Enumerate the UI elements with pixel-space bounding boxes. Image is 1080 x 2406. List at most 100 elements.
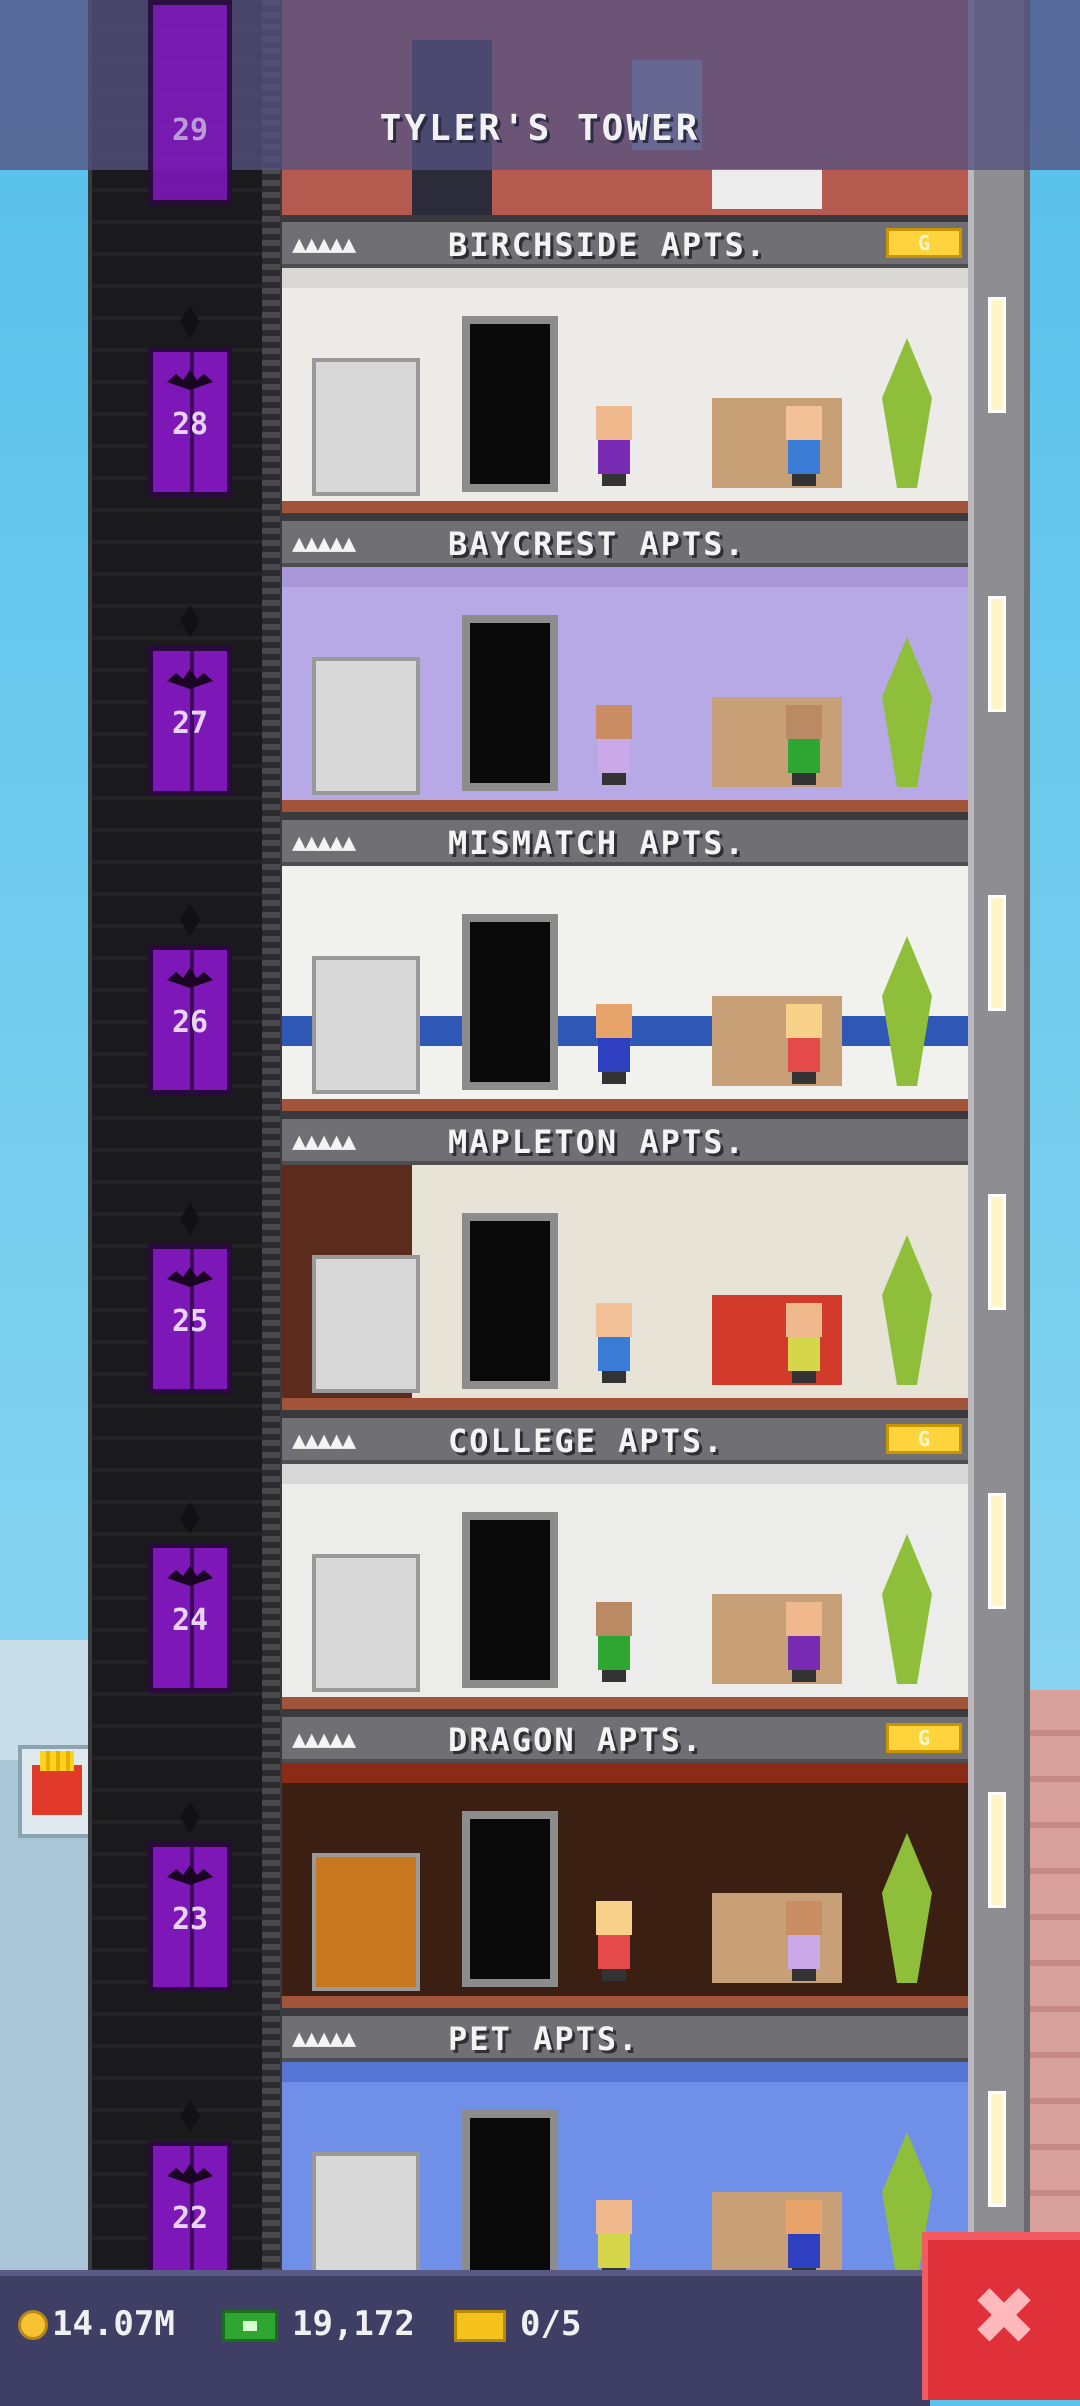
- floor-banner: ▲▲▲▲▲ COLLEGE APTS. G: [282, 1418, 968, 1464]
- resident-character[interactable]: [592, 1602, 636, 1682]
- room-door[interactable]: [462, 1512, 558, 1688]
- elevator-car-25[interactable]: 25: [148, 1244, 232, 1394]
- bux-icon: [222, 2310, 278, 2342]
- window-light: [988, 895, 1006, 1011]
- floor-room[interactable]: [282, 567, 968, 812]
- elevator-car-23[interactable]: 23: [148, 1842, 232, 1992]
- floor-28[interactable]: ▲▲▲▲▲ BIRCHSIDE APTS. G: [282, 222, 968, 521]
- floor-number: 28: [171, 407, 209, 442]
- resident-character[interactable]: [592, 1303, 636, 1383]
- wall-accent: [282, 1464, 968, 1484]
- room-door[interactable]: [462, 1811, 558, 1987]
- tower-header: 29 TYLER'S TOWER: [0, 0, 1080, 205]
- floor-line: [282, 800, 968, 812]
- floor-banner: ▲▲▲▲▲ BAYCREST APTS.: [282, 521, 968, 567]
- floor-26[interactable]: ▲▲▲▲▲ MISMATCH APTS.: [282, 820, 968, 1119]
- resident-character[interactable]: [782, 1303, 826, 1383]
- resident-character[interactable]: [782, 1004, 826, 1084]
- floor-number: 26: [171, 1005, 209, 1040]
- window-light: [988, 596, 1006, 712]
- bat-icon: [167, 1865, 213, 1885]
- floor-room[interactable]: [282, 1464, 968, 1709]
- floor-number: 24: [171, 1603, 209, 1638]
- floor-name: COLLEGE APTS.: [448, 1422, 725, 1460]
- gold-badge[interactable]: G: [886, 1723, 962, 1753]
- elevator-car-26[interactable]: 26: [148, 945, 232, 1095]
- bat-icon: [167, 1267, 213, 1287]
- elevator-rail: [262, 0, 280, 2400]
- floor-line: [282, 1398, 968, 1410]
- floor-banner: ▲▲▲▲▲ PET APTS.: [282, 2016, 968, 2062]
- floor-banner: ▲▲▲▲▲ MISMATCH APTS.: [282, 820, 968, 866]
- floor-number: 27: [171, 706, 209, 741]
- plant: [882, 1235, 932, 1385]
- room-door[interactable]: [462, 316, 558, 492]
- room-door[interactable]: [462, 615, 558, 791]
- window-light: [988, 1493, 1006, 1609]
- gold-badge[interactable]: G: [886, 1424, 962, 1454]
- plant: [882, 936, 932, 1086]
- residents-icon: ▲▲▲▲▲: [292, 529, 356, 557]
- floor-line: [282, 1996, 968, 2008]
- furniture: [312, 956, 420, 1094]
- resident-character[interactable]: [592, 705, 636, 785]
- floor-name: MISMATCH APTS.: [448, 824, 746, 862]
- floor-number: 25: [171, 1304, 209, 1339]
- floor-27[interactable]: ▲▲▲▲▲ BAYCREST APTS.: [282, 521, 968, 820]
- resident-character[interactable]: [782, 1602, 826, 1682]
- resident-character[interactable]: [592, 2200, 636, 2280]
- floor-banner: ▲▲▲▲▲ MAPLETON APTS.: [282, 1119, 968, 1165]
- resident-character[interactable]: [592, 406, 636, 486]
- floor-25[interactable]: ▲▲▲▲▲ MAPLETON APTS.: [282, 1119, 968, 1418]
- page-title: TYLER'S TOWER: [379, 108, 701, 149]
- floor-banner: ▲▲▲▲▲ BIRCHSIDE APTS. G: [282, 222, 968, 268]
- floor-name: BIRCHSIDE APTS.: [448, 226, 767, 264]
- residents-icon: ▲▲▲▲▲: [292, 1725, 356, 1753]
- fries-icon: [32, 1751, 82, 1815]
- room-door[interactable]: [462, 1213, 558, 1389]
- elevator-car-27[interactable]: 27: [148, 646, 232, 796]
- residents-icon: ▲▲▲▲▲: [292, 828, 356, 856]
- resident-character[interactable]: [782, 705, 826, 785]
- coin-icon: [18, 2310, 48, 2340]
- residents-icon: ▲▲▲▲▲: [292, 1426, 356, 1454]
- floor-room[interactable]: [282, 268, 968, 513]
- bottom-hud: 14.07M 19,172 0/5: [0, 2270, 930, 2406]
- ticket-icon: [454, 2310, 506, 2342]
- resident-character[interactable]: [782, 1901, 826, 1981]
- gold-badge[interactable]: G: [886, 228, 962, 258]
- elevator-car-28[interactable]: 28: [148, 347, 232, 497]
- furniture: [312, 657, 420, 795]
- close-button[interactable]: ✖: [922, 2232, 1080, 2400]
- floor-room[interactable]: [282, 1763, 968, 2008]
- plant: [882, 338, 932, 488]
- wall-accent: [282, 1763, 968, 1783]
- window-light: [988, 1194, 1006, 1310]
- furniture: [312, 358, 420, 496]
- elevator-car-22[interactable]: 22: [148, 2141, 232, 2291]
- resident-character[interactable]: [592, 1004, 636, 1084]
- residents-icon: ▲▲▲▲▲: [292, 1127, 356, 1155]
- furniture: [312, 1554, 420, 1692]
- floor-23[interactable]: ▲▲▲▲▲ DRAGON APTS. G: [282, 1717, 968, 2016]
- bat-icon: [167, 968, 213, 988]
- floor-name: BAYCREST APTS.: [448, 525, 746, 563]
- fries-billboard: [18, 1745, 96, 1838]
- resident-character[interactable]: [782, 2200, 826, 2280]
- resident-character[interactable]: [592, 1901, 636, 1981]
- plant: [882, 1833, 932, 1983]
- elevator-car-24[interactable]: 24: [148, 1543, 232, 1693]
- bux-value: 19,172: [292, 2304, 415, 2344]
- window-light: [988, 2091, 1006, 2207]
- bat-icon: [167, 370, 213, 390]
- floor-name: PET APTS.: [448, 2020, 640, 2058]
- elevator-car-29[interactable]: 29: [148, 0, 232, 205]
- room-door[interactable]: [462, 914, 558, 1090]
- resident-character[interactable]: [782, 406, 826, 486]
- floor-name: DRAGON APTS.: [448, 1721, 704, 1759]
- floor-room[interactable]: [282, 1165, 968, 1410]
- floor-room[interactable]: [282, 866, 968, 1111]
- room-door[interactable]: [462, 2110, 558, 2286]
- floor-24[interactable]: ▲▲▲▲▲ COLLEGE APTS. G: [282, 1418, 968, 1717]
- residents-icon: ▲▲▲▲▲: [292, 230, 356, 258]
